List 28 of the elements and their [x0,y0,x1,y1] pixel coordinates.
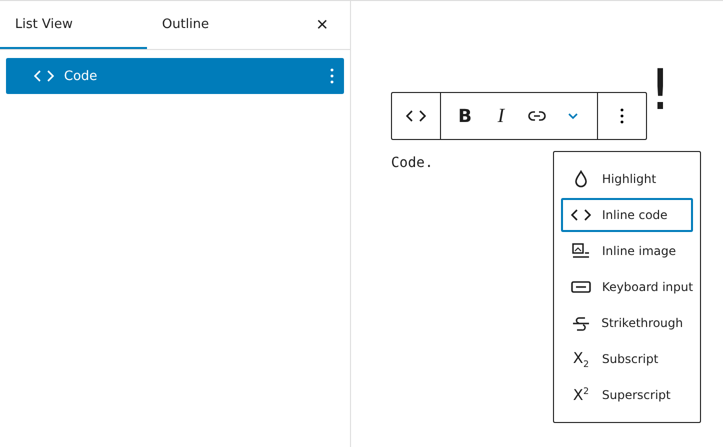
script-icon: X$_{2}$ [571,348,591,370]
menu-item[interactable]: Inline code [561,198,693,232]
paragraph: Code. [391,155,434,171]
code-icon [406,109,426,123]
menu-item[interactable]: Inline image [561,234,693,268]
list-view-item[interactable]: Code [6,58,344,94]
heading: ! [649,63,672,119]
script-icon: X$^{2}$ [571,386,591,404]
more-icon [620,108,624,124]
menu-item[interactable]: Highlight [561,162,693,196]
code-icon [34,69,54,83]
bold-button[interactable]: B [447,98,483,134]
keyboard-icon [571,280,591,294]
panel-tab[interactable]: Outline [147,1,294,49]
menu-item[interactable]: X$_{2}$ Subscript [561,342,693,376]
close-button[interactable]: × [312,14,332,36]
drop-icon [574,170,588,188]
menu-item[interactable]: X$^{2}$ Superscript [561,378,693,412]
code-icon [571,208,591,222]
italic-button[interactable]: I [483,98,519,134]
chevron-down-icon [567,112,579,120]
more-icon[interactable] [330,68,334,84]
link-icon [528,110,546,122]
menu-item[interactable]: Strikethrough [561,306,693,340]
item-label: Code [64,68,98,84]
image-icon [572,243,590,259]
menu-item[interactable]: Keyboard input [561,270,693,304]
panel-tab[interactable]: List View [0,1,147,49]
